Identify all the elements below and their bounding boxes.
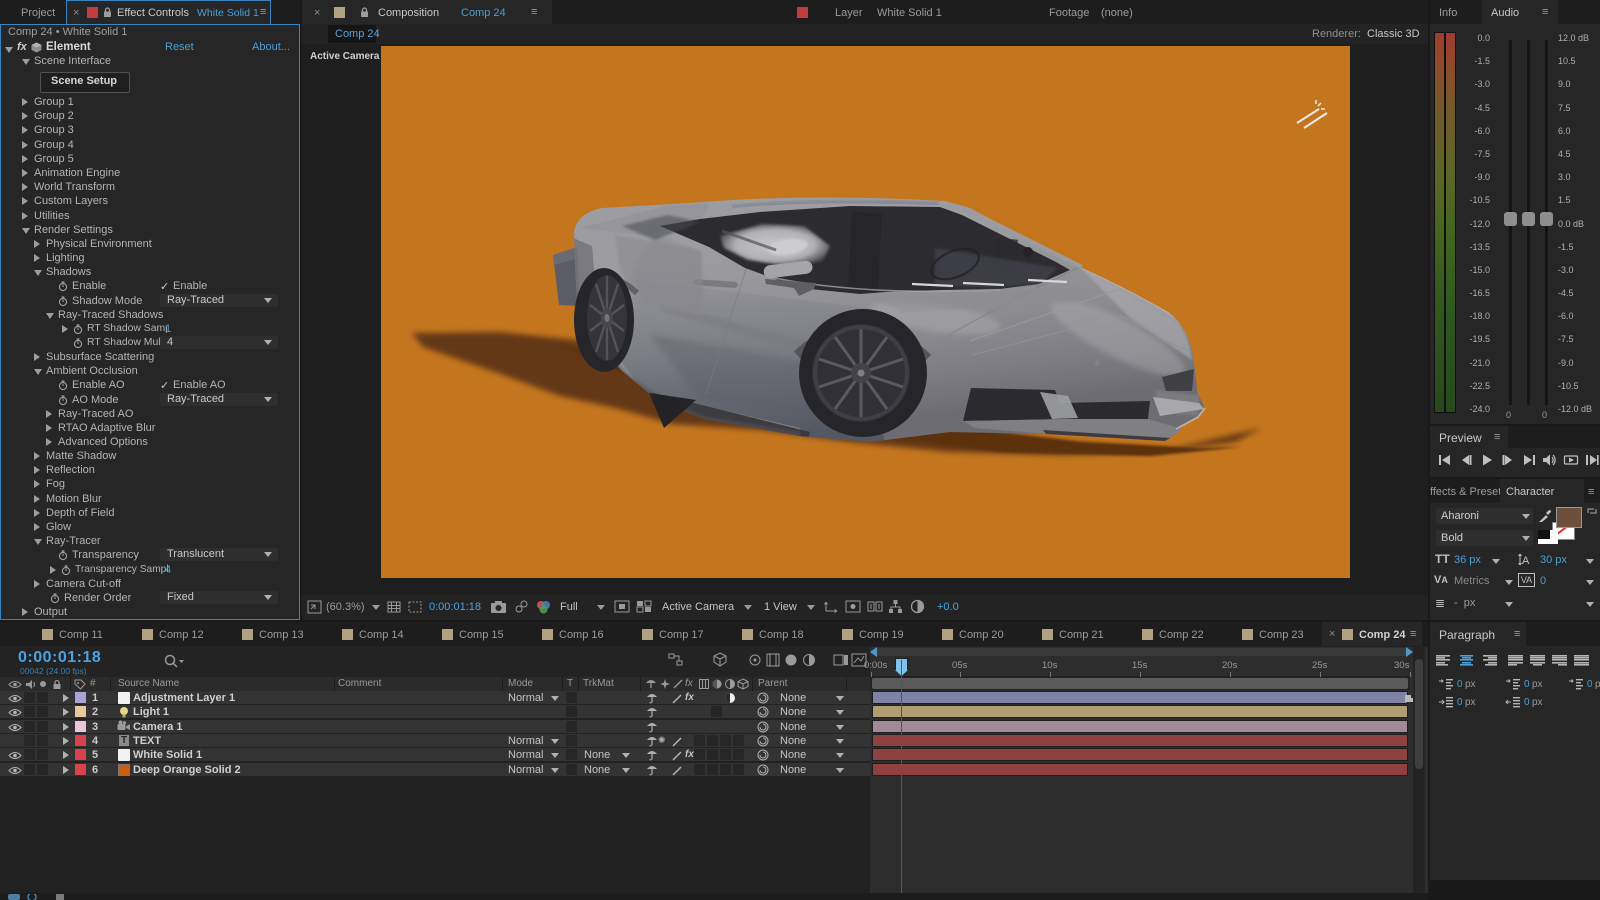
- svg-text:A: A: [1522, 555, 1530, 567]
